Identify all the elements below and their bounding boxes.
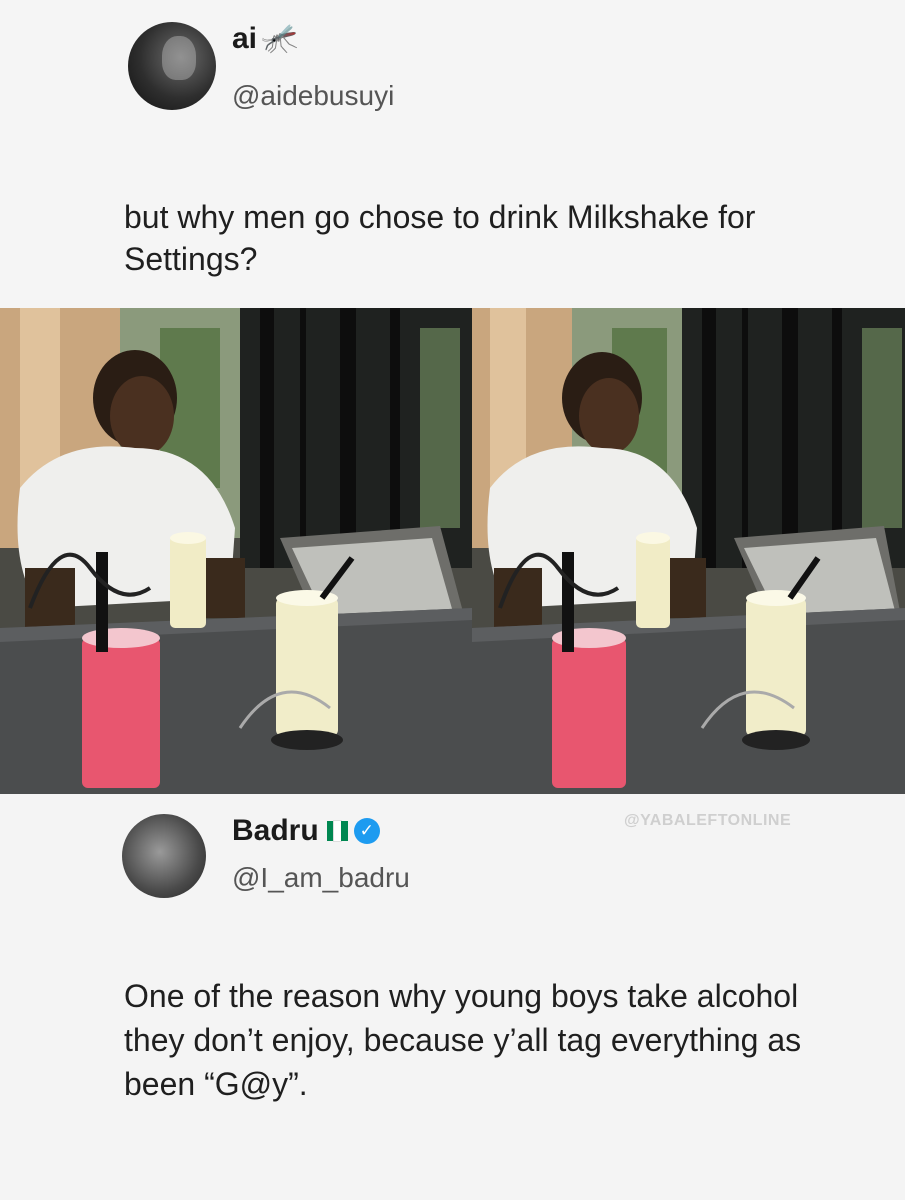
nigeria-flag-icon <box>326 820 348 842</box>
author-name-text: Badru <box>232 814 319 847</box>
photo-panel-right <box>472 308 905 794</box>
tweet-text: One of the reason why young boys take al… <box>124 978 802 1102</box>
top-tweet: ai 🦟 @aidebusuyi but why men go chose to… <box>0 0 905 308</box>
photo-panel-left <box>0 308 472 794</box>
author-name[interactable]: Badru ✓ <box>232 814 380 848</box>
avatar[interactable] <box>128 22 216 110</box>
tweet-photo[interactable] <box>0 308 905 794</box>
author-name-text: ai <box>232 22 258 55</box>
photo-scene <box>0 308 472 794</box>
tweet-text: but why men go chose to drink Milkshake … <box>124 199 756 277</box>
photo-scene <box>472 308 905 794</box>
author-handle[interactable]: @I_am_badru <box>232 862 410 894</box>
mosquito-icon: 🦟 <box>261 22 299 55</box>
verified-badge-icon: ✓ <box>353 818 380 844</box>
bottom-tweet: Badru ✓ @I_am_badru @YABALEFTONLINE One … <box>0 794 905 1200</box>
watermark: @YABALEFTONLINE <box>624 812 792 829</box>
author-name[interactable]: ai 🦟 <box>232 22 298 56</box>
avatar[interactable] <box>122 814 206 898</box>
author-handle[interactable]: @aidebusuyi <box>232 80 394 112</box>
